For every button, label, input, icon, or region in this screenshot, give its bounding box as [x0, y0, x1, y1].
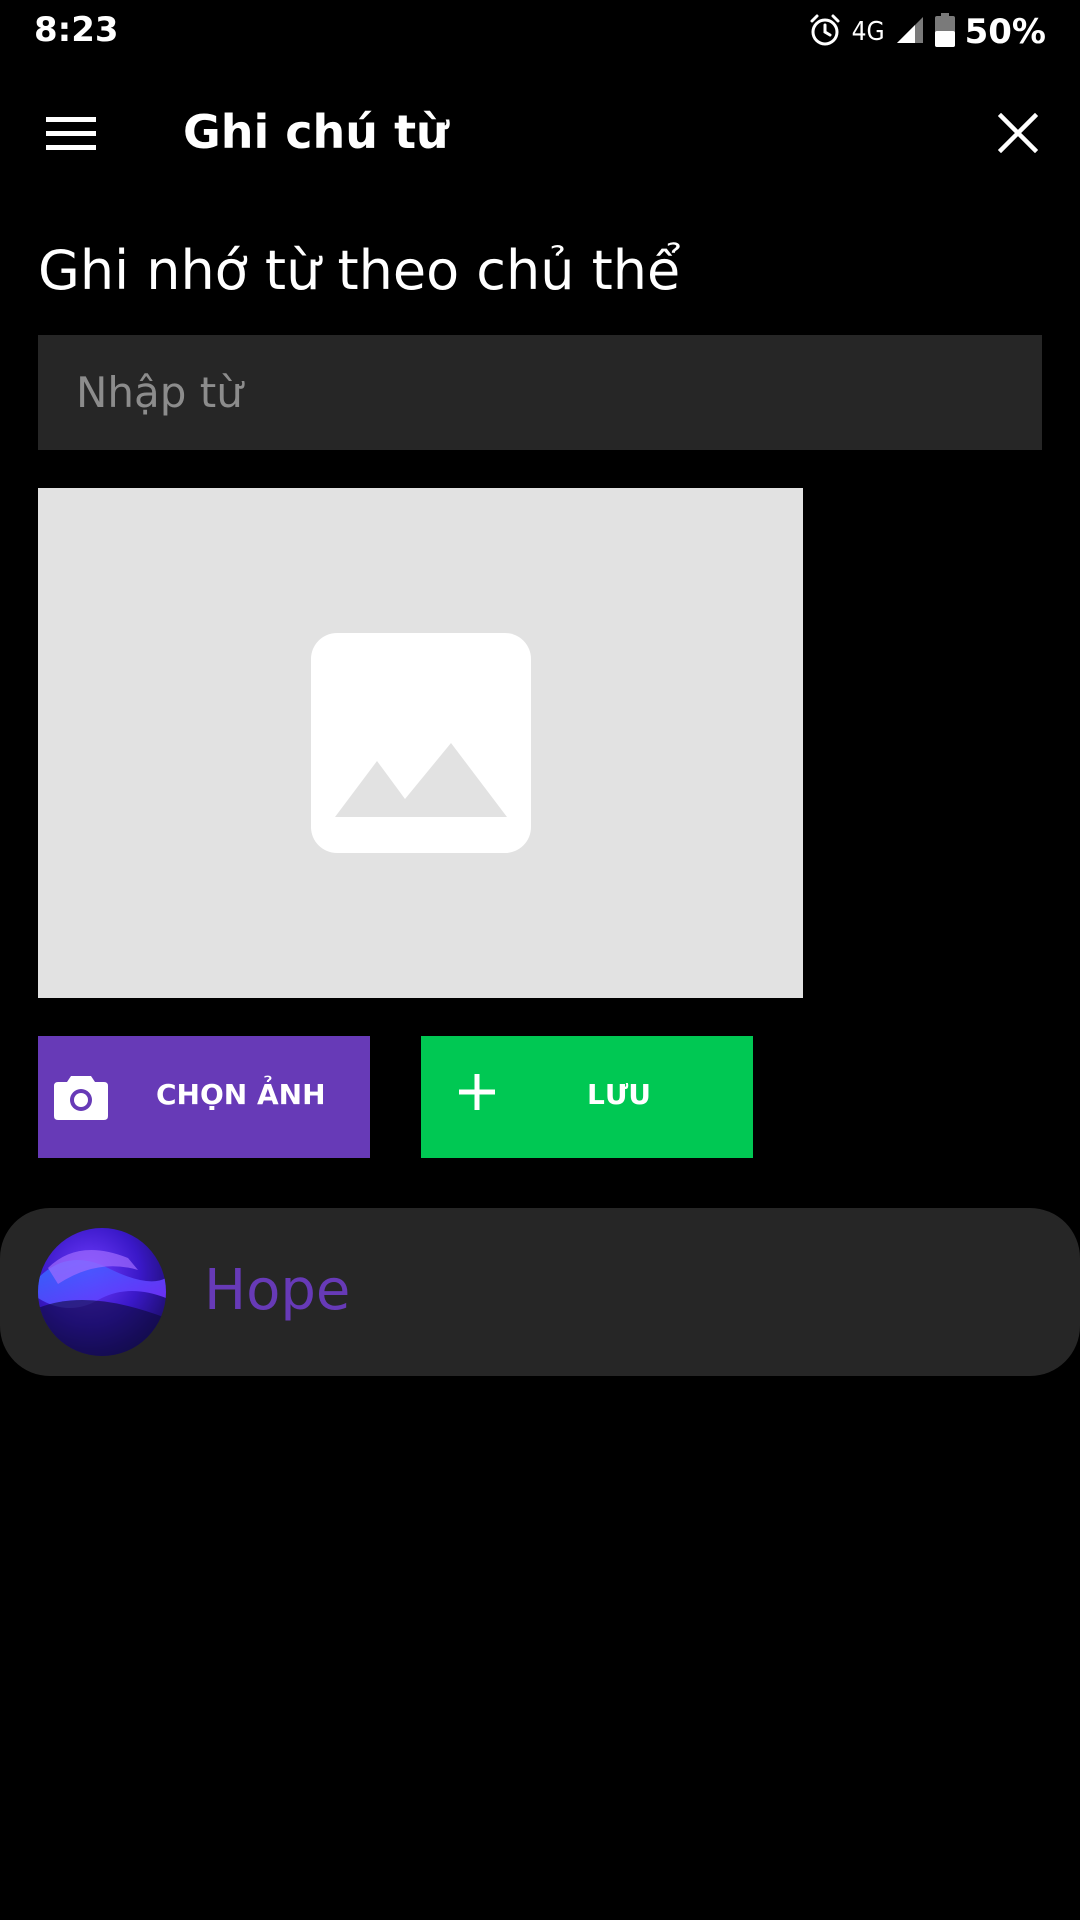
close-button[interactable] — [978, 98, 1058, 168]
battery-icon — [934, 13, 955, 51]
plus-icon — [459, 1074, 495, 1110]
menu-button[interactable] — [36, 106, 106, 160]
section-title: Ghi nhớ từ theo chủ thể — [38, 239, 681, 302]
status-time: 8:23 — [34, 10, 119, 50]
status-icons: 4G 50% — [798, 10, 1046, 54]
image-placeholder-icon — [311, 633, 531, 853]
close-icon — [998, 113, 1038, 153]
choose-image-button[interactable]: CHỌN ẢNH — [38, 1036, 370, 1158]
app-bar: Ghi chú từ — [0, 64, 1080, 202]
status-bar: 8:23 4G 50% — [0, 0, 1080, 64]
image-preview[interactable] — [38, 488, 803, 998]
signal-icon — [895, 15, 925, 49]
choose-image-label: CHỌN ẢNH — [156, 1078, 326, 1111]
save-label: LƯU — [587, 1078, 651, 1111]
battery-percent: 50% — [964, 12, 1046, 52]
avatar — [38, 1228, 166, 1356]
word-input[interactable] — [38, 335, 1042, 450]
hamburger-menu-icon — [46, 117, 96, 150]
app-title: Ghi chú từ — [183, 105, 449, 159]
alarm-icon — [808, 13, 842, 51]
network-type: 4G — [851, 17, 885, 47]
list-item[interactable]: Hope — [0, 1208, 1080, 1376]
camera-icon — [54, 1076, 108, 1120]
list-item-label: Hope — [204, 1258, 351, 1323]
save-button[interactable]: LƯU — [421, 1036, 753, 1158]
